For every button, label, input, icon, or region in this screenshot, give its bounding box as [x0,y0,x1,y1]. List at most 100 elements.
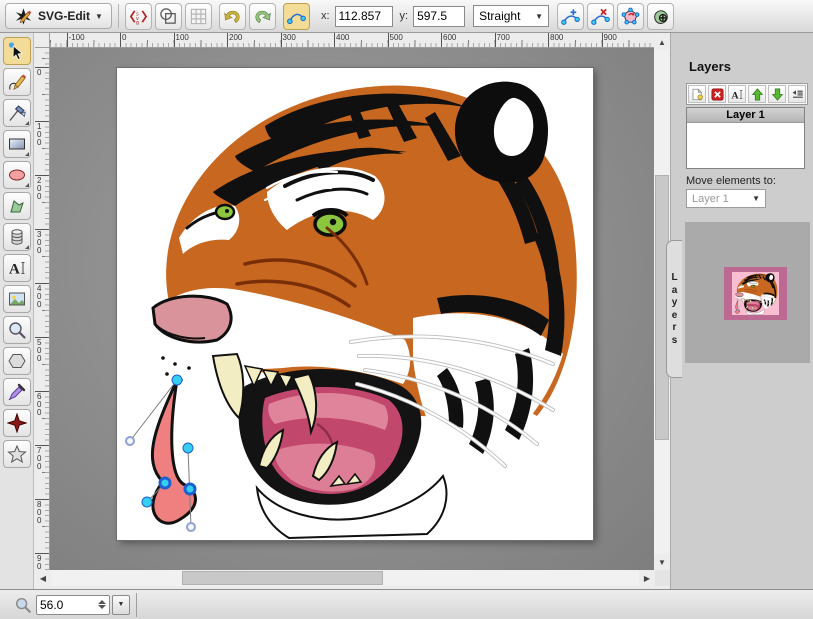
move-elements-select[interactable]: Layer 1 ▼ [686,189,766,208]
tool-select-button[interactable] [3,37,31,65]
path-control-handle[interactable] [187,523,195,531]
node-mode-button[interactable] [283,3,310,30]
tool-rectangle-button[interactable] [3,130,31,158]
tool-pencil-button[interactable] [3,68,31,96]
move-elements-value: Layer 1 [692,193,729,205]
scroll-up-arrow-icon[interactable]: ▲ [654,34,670,50]
layer-buttons-bar: A [686,83,808,105]
tool-zoom-button[interactable] [3,316,31,344]
ruler-tick: 100 [174,33,175,47]
scroll-down-arrow-icon[interactable]: ▼ [654,554,670,570]
scroll-left-arrow-icon[interactable]: ◀ [35,570,51,586]
segment-type-select[interactable]: Straight ▼ [473,5,549,27]
svg-text:A: A [9,262,20,278]
chevron-down-icon: ▼ [752,194,760,203]
ruler-tick: 200 [35,175,49,176]
add-node-button[interactable] [557,3,584,30]
toolbar-main-group: svg [125,3,212,30]
svg-canvas[interactable] [117,68,593,540]
tiger-artwork [123,82,577,538]
ruler-tick: 700 [35,445,49,446]
delete-node-button[interactable] [587,3,614,30]
ruler-tick: 600 [35,391,49,392]
status-bar: ▼ [0,589,813,619]
x-input[interactable] [335,6,393,27]
chevron-down-icon: ▼ [535,12,543,21]
main-menu-label: SVG-Edit [38,9,90,23]
ruler-tick: 600 [441,33,442,47]
layers-panel-title: Layers [689,59,731,74]
open-close-path-button[interactable] [617,3,644,30]
tool-line-button[interactable] [3,99,31,127]
horizontal-scrollbar[interactable]: ◀ ▶ [35,570,655,586]
path-node[interactable] [172,375,182,385]
ruler-tick: 0 [120,33,121,47]
ruler-tick: 300 [35,229,49,230]
toolbar-history-group [219,3,276,30]
source-button[interactable]: svg [125,3,152,30]
top-toolbar: SVG-Edit ▼ svg x: y: Straight ▼ [0,0,813,33]
layers-side-tab[interactable]: Layers [666,240,682,378]
toolbar-mode-group [283,3,310,30]
horizontal-scrollbar-thumb[interactable] [182,571,383,585]
tool-text-button[interactable]: A [3,254,31,282]
ruler-tick: 900 [35,553,49,554]
svg-text:g: g [136,20,139,26]
tool-star-5-button[interactable] [3,440,31,468]
path-control-handle[interactable] [126,437,134,445]
ruler-tick: 500 [35,337,49,338]
new-layer-button[interactable] [688,85,706,103]
tool-shape-library-button[interactable] [3,223,31,251]
svg-edit-app: SVG-Edit ▼ svg x: y: Straight ▼ A -100 0 1… [0,0,813,619]
zoom-control[interactable] [36,595,110,615]
rename-layer-button[interactable]: A [728,85,746,103]
tool-polygon-button[interactable] [3,347,31,375]
zoom-input[interactable] [40,598,84,612]
main-menu-button[interactable]: SVG-Edit ▼ [5,3,112,29]
toolbar-divider [118,4,119,28]
status-bar-divider [136,593,137,617]
grid-button[interactable] [185,3,212,30]
left-toolbar: A [0,33,34,589]
canvas-thumbnail[interactable] [724,267,787,320]
path-node[interactable] [183,443,193,453]
layer-row[interactable]: Layer 1 [687,108,804,123]
tool-ellipse-button[interactable] [3,161,31,189]
path-node-selected[interactable] [185,484,195,494]
ruler-tick: 800 [35,499,49,500]
tool-eyedropper-button[interactable] [3,378,31,406]
ruler-tick: 200 [227,33,228,47]
flyout-arrow-icon [25,152,29,156]
wireframe-button[interactable] [155,3,182,30]
ruler-tick: 400 [334,33,335,47]
ruler-corner [35,33,50,48]
add-subpath-button[interactable] [647,3,674,30]
redo-button[interactable] [249,3,276,30]
edited-path[interactable] [126,375,196,531]
canvas-drawing[interactable] [117,68,593,540]
tool-star-4-button[interactable] [3,409,31,437]
zoom-spinner[interactable] [98,600,106,609]
move-layer-up-button[interactable] [748,85,766,103]
ruler-tick: -100 [67,33,68,47]
x-label: x: [321,10,330,22]
ruler-tick: 800 [548,33,549,47]
path-node-selected[interactable] [160,478,170,488]
undo-button[interactable] [219,3,246,30]
path-node[interactable] [142,497,152,507]
ruler-tick: 100 [35,121,49,122]
ruler-tick: 300 [281,33,282,47]
layer-options-button[interactable] [788,85,806,103]
ruler-tick: 700 [495,33,496,47]
ruler-tick: 0 [35,67,49,68]
flyout-arrow-icon [25,183,29,187]
move-layer-down-button[interactable] [768,85,786,103]
zoom-dropdown-button[interactable]: ▼ [112,595,130,615]
svgedit-logo-icon [14,7,33,26]
y-input[interactable] [413,6,465,27]
delete-layer-button[interactable] [708,85,726,103]
tool-image-button[interactable] [3,285,31,313]
zoom-magnifier-icon [14,596,32,614]
scroll-right-arrow-icon[interactable]: ▶ [639,570,655,586]
tool-path-button[interactable] [3,192,31,220]
